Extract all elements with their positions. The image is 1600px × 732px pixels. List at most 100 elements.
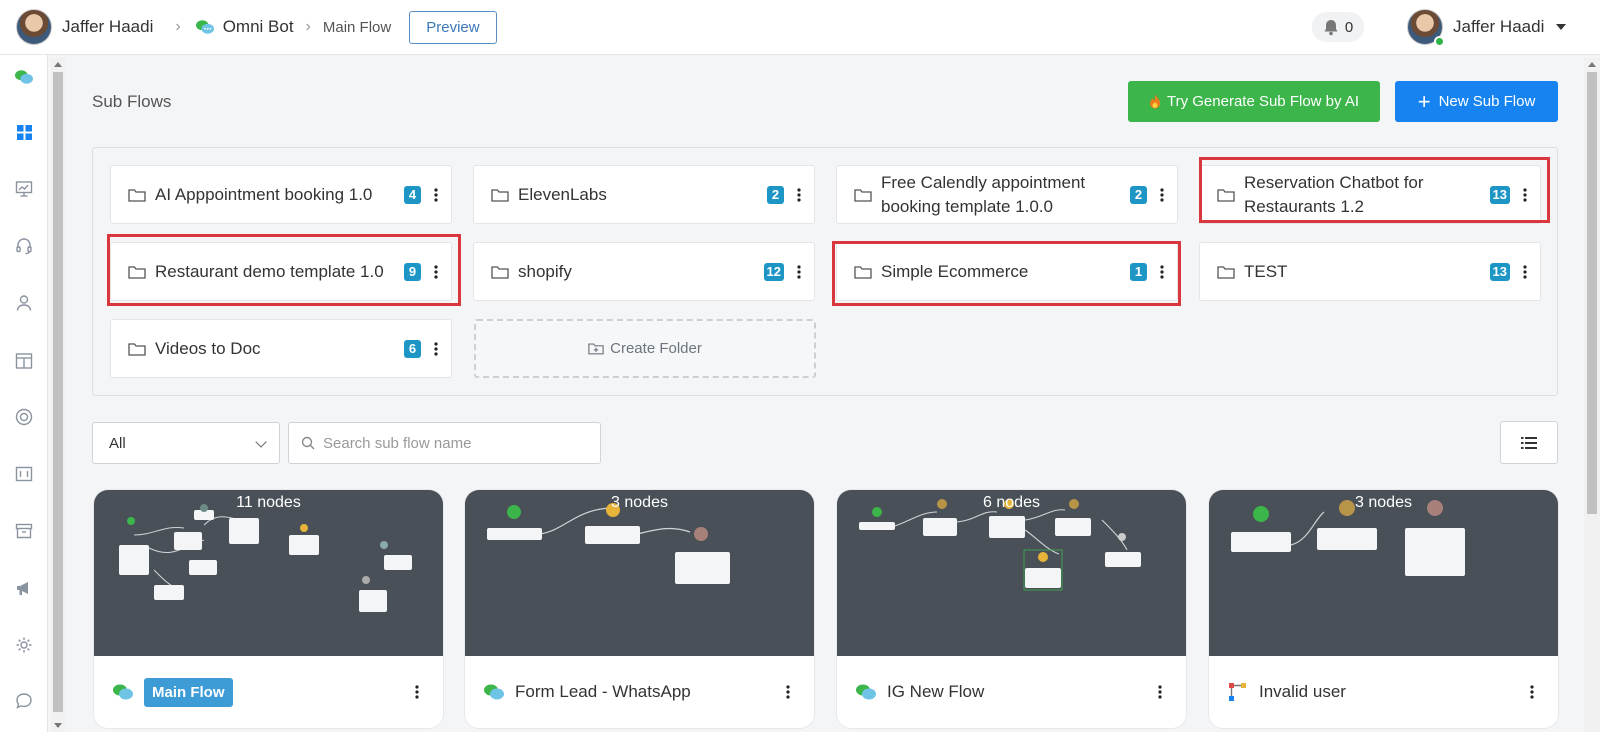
generate-ai-button[interactable]: Try Generate Sub Flow by AI (1128, 81, 1380, 122)
node-count: 3 nodes (611, 494, 668, 511)
bot-name: Omni Bot (222, 17, 294, 36)
folder-name: Restaurant demo template 1.0 (155, 261, 384, 281)
folder-item[interactable]: Reservation Chatbot for Restaurants 1.2 … (1199, 165, 1541, 224)
folder-menu-button[interactable] (421, 183, 451, 207)
megaphone-icon (17, 582, 28, 595)
folder-item[interactable]: Free Calendly appointment booking templa… (836, 165, 1178, 224)
generate-ai-label: Try Generate Sub Flow by AI (1166, 93, 1360, 110)
folder-name: Free Calendly appointment booking templa… (881, 172, 1086, 216)
folder-menu-button[interactable] (1147, 260, 1177, 284)
folder-item[interactable]: Simple Ecommerce 1 (836, 242, 1178, 301)
folder-item[interactable]: TEST 13 (1199, 242, 1541, 301)
flow-card[interactable]: 3 nodes Invalid user (1209, 490, 1558, 728)
folder-icon (491, 188, 509, 202)
sidebar-item-settings[interactable] (14, 635, 34, 655)
flow-preview-thumbnail[interactable]: 6 nodes (837, 490, 1186, 656)
page-scrollbar[interactable] (1584, 58, 1600, 732)
folder-item[interactable]: Videos to Doc 6 (110, 319, 452, 378)
flow-name[interactable]: IG New Flow (887, 682, 1142, 702)
create-folder-label: Create Folder (610, 340, 702, 357)
workspace-name: Jaffer Haadi (62, 17, 154, 36)
sidebar-item-templates[interactable] (14, 351, 34, 371)
folder-menu-button[interactable] (421, 337, 451, 361)
fire-icon (1149, 94, 1160, 109)
flow-menu-button[interactable] (399, 677, 435, 707)
flow-menu-button[interactable] (1514, 677, 1550, 707)
chevron-down-icon (255, 436, 267, 448)
scroll-up-arrow-icon[interactable] (1588, 62, 1596, 67)
search-input[interactable] (323, 434, 583, 452)
folder-item[interactable]: ElevenLabs 2 (473, 165, 815, 224)
kebab-icon (434, 187, 438, 202)
sidebar-item-archive[interactable] (14, 521, 34, 541)
folder-item[interactable]: shopify 12 (473, 242, 815, 301)
search-box[interactable] (288, 422, 601, 464)
folder-name: Videos to Doc (155, 338, 261, 358)
flow-name[interactable]: Invalid user (1259, 682, 1514, 702)
flow-card[interactable]: 6 nodes IG New Flow (837, 490, 1186, 728)
create-folder-button[interactable]: Create Folder (474, 319, 816, 378)
folder-menu-button[interactable] (1147, 183, 1177, 207)
sidebar-item-flows[interactable] (14, 122, 34, 142)
folder-menu-button[interactable] (784, 260, 814, 284)
headset-icon (16, 238, 32, 255)
flow-menu-button[interactable] (1142, 677, 1178, 707)
chat-bubbles-icon (856, 684, 876, 700)
sidebar-scrollbar[interactable] (51, 58, 65, 732)
workspace-switcher[interactable]: Jaffer Haadi (16, 9, 153, 45)
online-status-dot (1434, 36, 1445, 47)
sidebar-item-help[interactable] (14, 407, 34, 427)
user-menu[interactable]: Jaffer Haadi (1407, 9, 1567, 47)
scroll-up-arrow-icon[interactable] (54, 62, 62, 67)
page-title: Sub Flows (92, 92, 172, 111)
gear-icon (16, 637, 32, 653)
flow-menu-button[interactable] (770, 677, 806, 707)
node-count: 11 nodes (236, 494, 301, 511)
kebab-icon (797, 187, 801, 202)
folder-item[interactable]: AI Apppointment booking 1.0 4 (110, 165, 452, 224)
flow-preview-thumbnail[interactable]: 3 nodes (465, 490, 814, 656)
user-name: Jaffer Haadi (1453, 17, 1545, 36)
flow-name[interactable]: Main Flow (144, 677, 233, 707)
folder-filter-value: All (109, 434, 126, 452)
notifications-button[interactable]: 0 (1312, 12, 1364, 42)
folder-menu-button[interactable] (1510, 260, 1540, 284)
flow-card[interactable]: 3 nodes Form Lead - WhatsApp (465, 490, 814, 728)
folder-menu-button[interactable] (784, 183, 814, 207)
list-view-toggle[interactable] (1500, 421, 1558, 464)
chevron-right-icon: › (175, 18, 181, 35)
kebab-icon (1523, 264, 1527, 279)
kebab-icon (1158, 685, 1162, 699)
scrollbar-thumb[interactable] (53, 72, 63, 712)
folder-menu-button[interactable] (1510, 183, 1540, 207)
flow-card[interactable]: 11 nodes Main Flow (94, 490, 443, 728)
sidebar-item-api[interactable] (14, 464, 34, 484)
lifebuoy-icon (15, 408, 33, 426)
new-sub-flow-button[interactable]: + New Sub Flow (1395, 81, 1558, 122)
node-count: 6 nodes (983, 494, 1040, 511)
flow-diagram-preview (119, 504, 412, 612)
folder-icon (128, 265, 146, 279)
preview-button[interactable]: Preview (409, 10, 497, 44)
flow-preview-thumbnail[interactable]: 11 nodes (94, 490, 443, 656)
sidebar-item-bot[interactable] (14, 67, 34, 87)
folder-menu-button[interactable] (421, 260, 451, 284)
sidebar-item-contacts[interactable] (14, 293, 34, 313)
breadcrumb-bot[interactable]: Omni Bot (195, 17, 294, 37)
kebab-icon (415, 685, 419, 699)
scroll-down-arrow-icon[interactable] (54, 723, 62, 728)
folder-filter-select[interactable]: All (92, 422, 280, 464)
sidebar-item-support[interactable] (14, 236, 34, 256)
scrollbar-thumb[interactable] (1587, 72, 1597, 514)
flow-preview-thumbnail[interactable]: 3 nodes (1209, 490, 1558, 656)
kebab-icon (1160, 264, 1164, 279)
code-box-icon (15, 466, 33, 482)
sidebar-item-chat[interactable] (14, 691, 34, 711)
bell-icon (1324, 19, 1338, 35)
flow-name[interactable]: Form Lead - WhatsApp (515, 682, 770, 702)
sidebar-item-broadcast[interactable] (14, 578, 34, 598)
folder-item[interactable]: Restaurant demo template 1.0 9 (110, 242, 452, 301)
kebab-icon (434, 341, 438, 356)
node-count: 3 nodes (1355, 494, 1412, 511)
sidebar-item-analytics[interactable] (14, 179, 34, 199)
